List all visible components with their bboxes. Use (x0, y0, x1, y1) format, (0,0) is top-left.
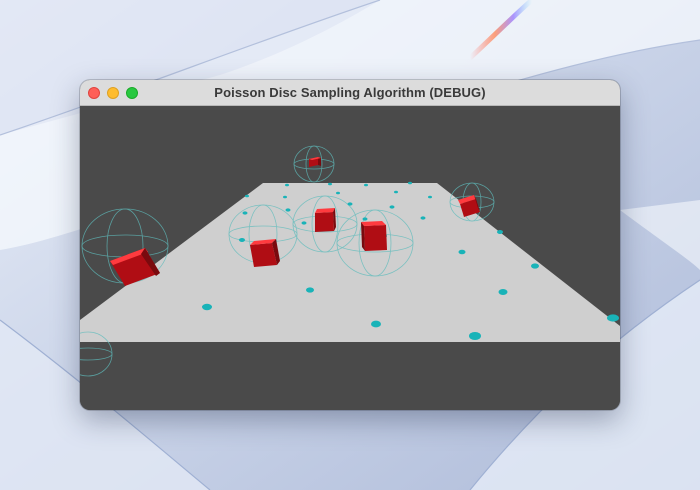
sample-point (239, 238, 245, 242)
sample-point (428, 195, 432, 199)
red-cube (361, 221, 387, 251)
sample-point (498, 289, 508, 295)
sample-point (202, 303, 212, 311)
sample-point (607, 314, 619, 322)
sample-point (408, 181, 412, 185)
sample-point (301, 221, 307, 225)
sample-point (497, 230, 503, 234)
sample-point (364, 183, 368, 187)
sample-point (283, 195, 287, 199)
sample-point (306, 287, 314, 293)
render-viewport[interactable] (80, 106, 620, 410)
sample-point (285, 208, 291, 212)
sample-point (469, 332, 481, 340)
sample-point (328, 182, 332, 186)
sample-point (531, 263, 539, 269)
app-window: Poisson Disc Sampling Algorithm (DEBUG) (80, 80, 620, 410)
sample-point (371, 320, 381, 328)
sample-point (336, 191, 340, 195)
red-cube (250, 239, 280, 267)
sample-point (362, 217, 368, 221)
title-bar[interactable]: Poisson Disc Sampling Algorithm (DEBUG) (80, 80, 620, 106)
sample-point (420, 216, 426, 220)
sample-point (394, 190, 398, 194)
sample-point (458, 249, 466, 255)
sample-point (245, 194, 249, 198)
window-title: Poisson Disc Sampling Algorithm (DEBUG) (214, 85, 486, 100)
sample-point (242, 211, 248, 215)
sample-point (285, 183, 289, 187)
sample-point (347, 202, 353, 206)
sample-point (389, 205, 395, 209)
red-cube (315, 208, 336, 232)
